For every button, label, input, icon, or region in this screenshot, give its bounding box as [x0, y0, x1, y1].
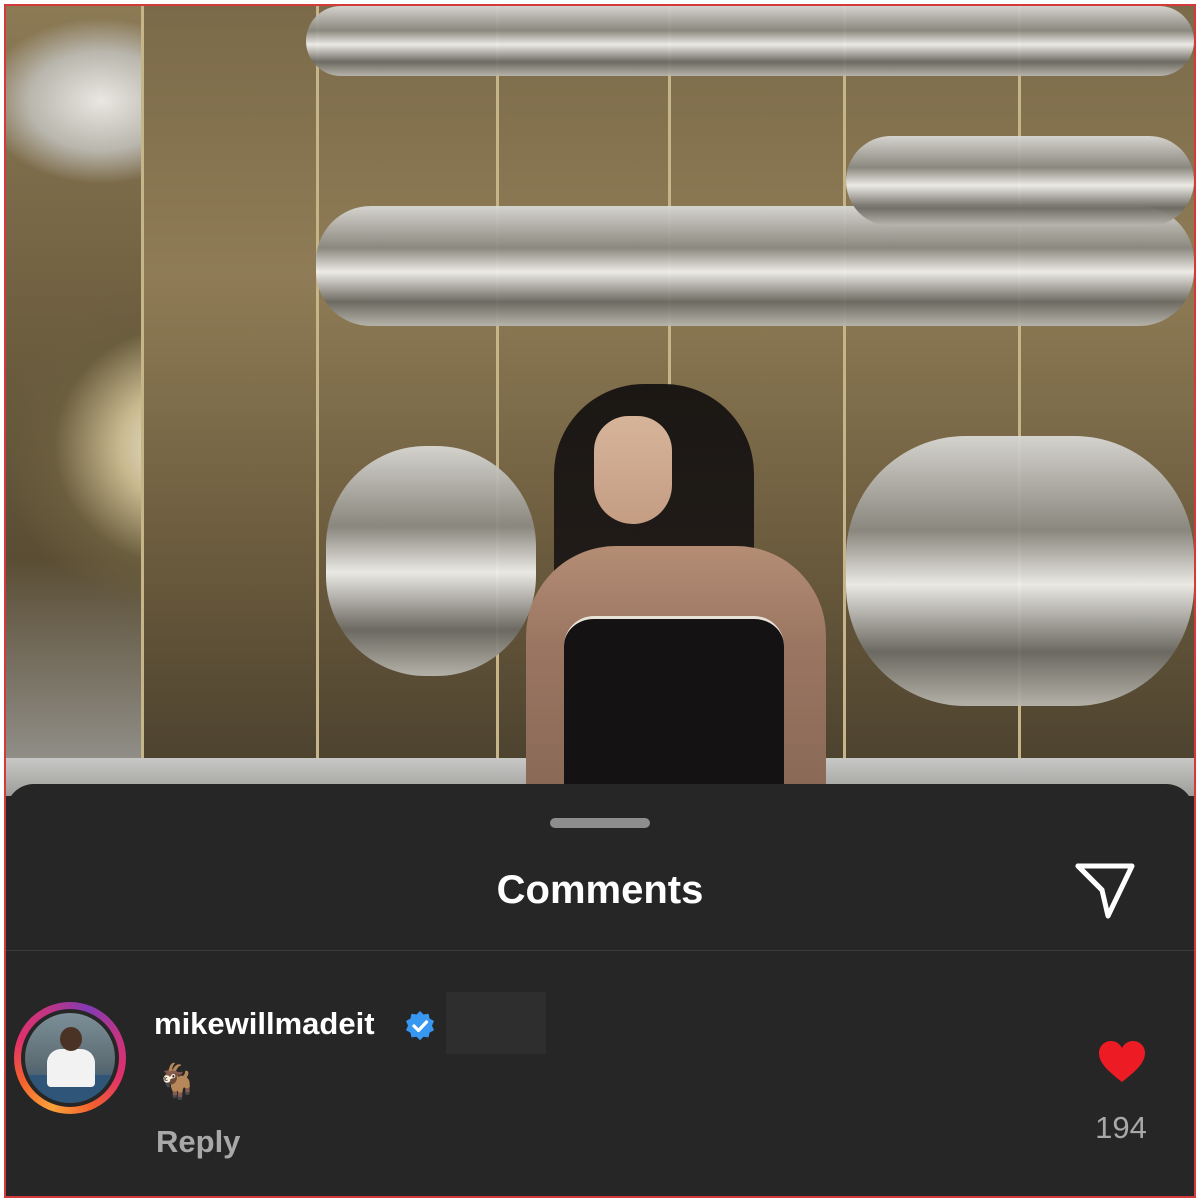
mirror-balloon-band: [846, 136, 1194, 226]
heart-icon[interactable]: [1098, 1040, 1146, 1084]
comment-username[interactable]: mikewillmadeit: [154, 1006, 375, 1042]
verified-badge-icon: [406, 1011, 434, 1041]
mirror-panel: [141, 6, 316, 776]
paper-plane-icon: [1075, 863, 1135, 919]
share-button[interactable]: [1072, 858, 1138, 920]
header-divider: [6, 950, 1194, 951]
avatar-person-head: [60, 1027, 82, 1051]
person-dress: [564, 616, 784, 786]
mirror-balloon-band: [326, 446, 536, 676]
comments-sheet: Comments mikewillmadeit 🐐 Reply 194: [6, 784, 1194, 1196]
reply-button[interactable]: Reply: [156, 1124, 240, 1160]
mirror-balloon-band: [846, 436, 1194, 706]
person-face: [594, 416, 672, 524]
mirror-balloon-band: [306, 6, 1194, 76]
sheet-drag-handle[interactable]: [550, 818, 650, 828]
avatar: [21, 1009, 119, 1107]
comments-title: Comments: [496, 868, 704, 912]
comment-text: 🐐: [156, 1063, 199, 1101]
like-count: 194: [1095, 1110, 1147, 1145]
post-photo[interactable]: [6, 6, 1194, 796]
avatar-person-body: [47, 1049, 95, 1087]
redacted-timestamp: [446, 992, 546, 1054]
story-ring[interactable]: [14, 1002, 126, 1114]
screenshot-frame: Comments mikewillmadeit 🐐 Reply 194: [4, 4, 1196, 1198]
